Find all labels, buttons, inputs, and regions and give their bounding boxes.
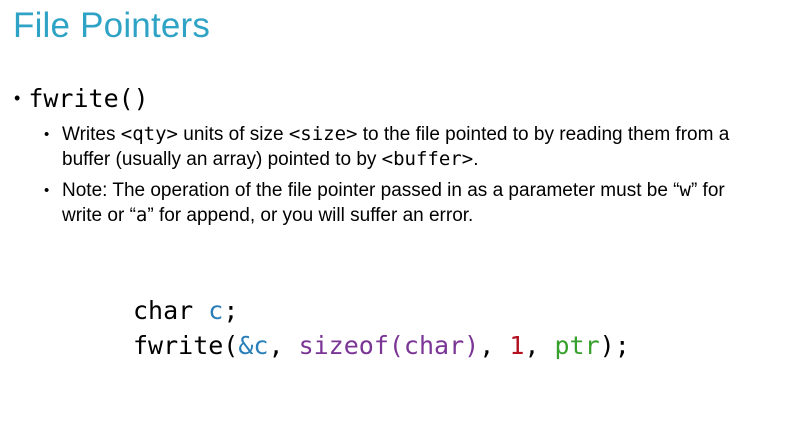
bullet-dot: • [44, 182, 50, 199]
slide-title: File Pointers [13, 6, 211, 45]
bullet-fwrite: • fwrite() [14, 84, 149, 113]
qty-token: <qty> [120, 123, 178, 145]
bullet-dot: • [44, 126, 50, 143]
code-var-c: c [208, 296, 224, 325]
sub-bullet-note: • Note: The operation of the file pointe… [44, 178, 764, 228]
mode-w-token: w [679, 179, 691, 201]
sub-bullet-writes: • Writes <qty> units of size <size> to t… [44, 122, 764, 172]
size-token: <size> [288, 123, 358, 145]
code-arg-ptr: ptr [554, 331, 600, 360]
mode-a-token: a [135, 204, 148, 226]
sub-bullet-note-text: Note: The operation of the file pointer … [62, 179, 725, 226]
code-line-2: fwrite(&c, sizeof(char), 1, ptr); [133, 331, 630, 360]
code-arg-sizeof: sizeof(char) [298, 331, 480, 360]
code-line-1: char c; [133, 296, 239, 325]
bullet-fwrite-label: fwrite() [28, 84, 149, 113]
code-arg-address: &c [238, 331, 269, 360]
buffer-token: <buffer> [381, 148, 474, 170]
code-arg-count: 1 [509, 331, 525, 360]
sub-bullet-writes-text: Writes <qty> units of size <size> to the… [62, 123, 730, 170]
bullet-dot: • [14, 88, 21, 108]
